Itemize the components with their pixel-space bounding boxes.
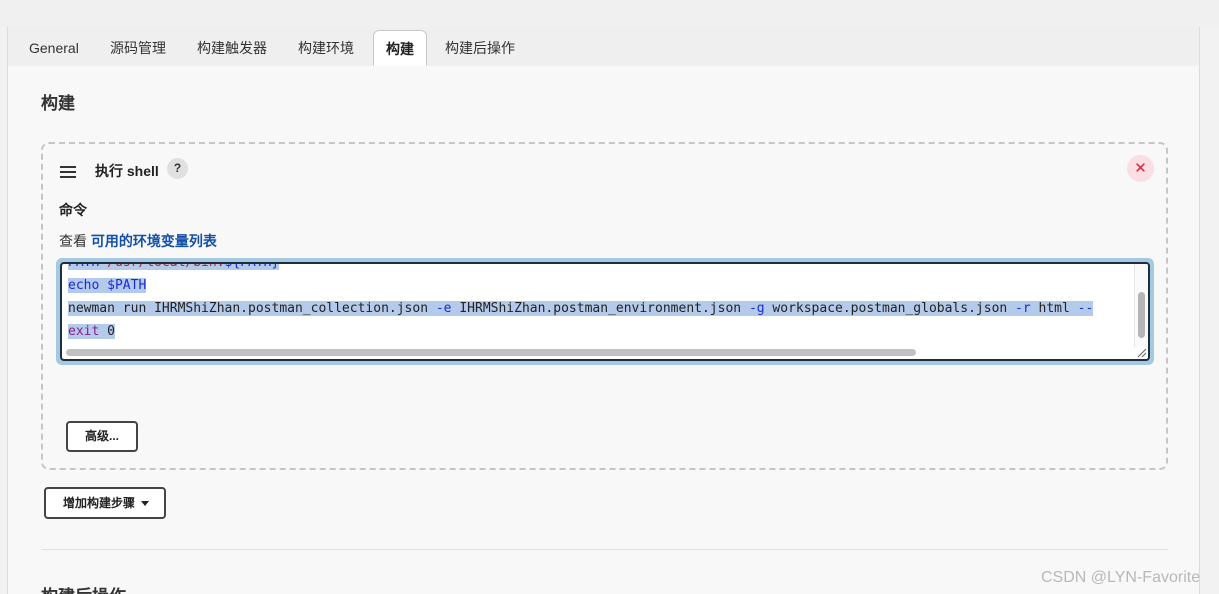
- code-token: html: [1030, 301, 1078, 316]
- top-strip: [0, 0, 1219, 27]
- resize-handle-icon[interactable]: [1135, 346, 1147, 358]
- close-icon[interactable]: ✕: [1127, 155, 1154, 182]
- config-panel: General 源码管理 构建触发器 构建环境 构建 构建后操作 构建 执行 s…: [7, 27, 1200, 594]
- code-token: --: [1077, 301, 1094, 316]
- code-token: $PATH: [107, 278, 147, 293]
- tab-post-build[interactable]: 构建后操作: [433, 30, 527, 66]
- execute-shell-step: 执行 shell ? ✕ 命令 查看 可用的环境变量列表 PATH=/usr/l…: [41, 142, 1168, 470]
- step-title: 执行 shell: [95, 163, 159, 179]
- code-token: exit: [68, 324, 100, 339]
- help-icon[interactable]: ?: [167, 158, 188, 179]
- code-line: exit 0: [68, 320, 115, 343]
- tab-general[interactable]: General: [17, 30, 91, 66]
- add-build-step-label: 增加构建步骤: [63, 496, 136, 510]
- code-line: echo $PATH: [68, 274, 147, 297]
- advanced-button[interactable]: 高级...: [66, 421, 138, 452]
- command-textarea[interactable]: PATH=/usr/local/bin:${PATH} echo $PATH n…: [60, 262, 1150, 361]
- tab-bar: General 源码管理 构建触发器 构建环境 构建 构建后操作: [8, 27, 1199, 66]
- section-divider: [41, 549, 1168, 550]
- env-prefix: 查看: [59, 233, 87, 249]
- code-token: -r: [1015, 301, 1031, 316]
- post-build-section-title: 构建后操作: [41, 582, 126, 594]
- build-section-title: 构建: [41, 94, 75, 113]
- chevron-down-icon: [141, 501, 150, 507]
- drag-handle-icon[interactable]: [60, 166, 76, 181]
- code-token: -e: [435, 301, 452, 316]
- code-token: ${PATH}: [224, 264, 280, 270]
- tab-source-management[interactable]: 源码管理: [98, 30, 178, 66]
- code-token: -g: [748, 301, 765, 316]
- tab-build-triggers[interactable]: 构建触发器: [185, 30, 279, 66]
- code-token: echo: [68, 278, 108, 293]
- vertical-scrollbar-thumb[interactable]: [1138, 292, 1145, 338]
- horizontal-scrollbar-thumb[interactable]: [66, 349, 916, 356]
- code-line: newman run IHRMShiZhan.postman_collectio…: [68, 297, 1094, 320]
- vertical-scrollbar[interactable]: [1134, 264, 1148, 347]
- code-token: 0: [99, 324, 115, 339]
- code-token: workspace.postman_globals.json: [764, 301, 1016, 316]
- command-editor-focus-ring: PATH=/usr/local/bin:${PATH} echo $PATH n…: [56, 258, 1154, 365]
- code-line: PATH=/usr/local/bin:${PATH}: [68, 264, 280, 274]
- code-token: newman run IHRMShiZhan.postman_collectio…: [68, 301, 436, 316]
- tab-build-environment[interactable]: 构建环境: [286, 30, 366, 66]
- tab-build[interactable]: 构建: [373, 30, 427, 66]
- code-token: IHRMShiZhan.postman_environment.json: [451, 301, 749, 316]
- add-build-step-button[interactable]: 增加构建步骤: [44, 487, 166, 519]
- env-vars-line: 查看 可用的环境变量列表: [59, 231, 217, 251]
- watermark: CSDN @LYN-Favorite: [1041, 569, 1201, 586]
- command-label: 命令: [59, 202, 87, 218]
- code-token: /usr/local/bin:: [107, 264, 225, 270]
- env-vars-link[interactable]: 可用的环境变量列表: [91, 233, 217, 249]
- horizontal-scrollbar[interactable]: [66, 349, 1136, 357]
- code-token: PATH=: [68, 264, 108, 270]
